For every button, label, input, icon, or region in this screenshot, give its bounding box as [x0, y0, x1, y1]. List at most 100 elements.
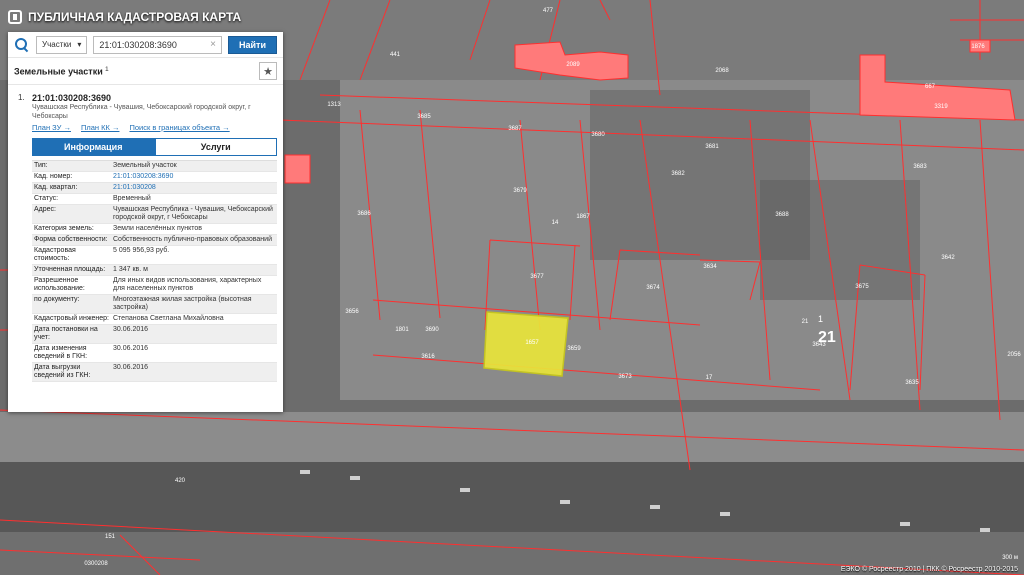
info-value: 30.06.2016 [113, 326, 149, 333]
info-row: по документу: Многоэтажная жилая застройк… [32, 295, 277, 314]
parcel-label[interactable]: 3677 [530, 274, 544, 280]
info-key: Адрес: [34, 206, 56, 213]
info-row: Кад. номер: 21:01:030208:3690 [32, 172, 277, 183]
parcel-label[interactable]: 3686 [357, 211, 371, 217]
info-key: Дата выгрузки сведений из ГКН: [34, 364, 91, 379]
results-count: 1 [105, 65, 109, 73]
info-key: Дата изменения сведений в ГКН: [34, 345, 88, 360]
info-value: Для иных видов использования, характерны… [113, 277, 262, 292]
tab-info[interactable]: Информация [32, 138, 155, 156]
action-links: План ЗУ → План КК → Поиск в границах объ… [32, 123, 277, 132]
info-key: Категория земель: [34, 225, 94, 232]
parcel-label[interactable]: 1867 [576, 214, 590, 220]
info-value: 5 095 956,93 руб. [113, 247, 170, 254]
search-input[interactable]: 21:01:030208:3690 × [93, 35, 223, 54]
parcel-label[interactable]: 3656 [345, 309, 359, 315]
parcel-label[interactable]: 3642 [941, 255, 955, 261]
parcel-label[interactable]: 667 [925, 84, 936, 90]
info-value: Степанова Светлана Михайловна [113, 315, 224, 322]
info-value: 30.06.2016 [113, 345, 149, 352]
info-value[interactable]: 21:01:030208:3690 [111, 172, 277, 182]
parcel-label[interactable]: 1876 [971, 44, 985, 50]
info-row: Статус: Временный [32, 194, 277, 205]
search-in-bounds-link[interactable]: Поиск в границах объекта → [129, 123, 229, 132]
scale-bar: 300 м [1002, 555, 1018, 561]
parcel-label[interactable]: 3616 [421, 354, 435, 360]
info-value: 30.06.2016 [113, 364, 149, 371]
info-value: 1 347 кв. м [113, 266, 148, 273]
info-value: Чувашская Республика - Чувашия, Чебоксар… [113, 206, 273, 221]
parcel-label[interactable]: 14 [552, 220, 559, 226]
parcel-label[interactable]: 3659 [567, 346, 581, 352]
info-key: Кадастровый инженер: [34, 315, 109, 322]
rosreestr-logo-icon [8, 10, 22, 24]
info-row: Кадастровая стоимость: 5 095 956,93 руб. [32, 246, 277, 265]
info-row: Адрес: Чувашская Республика - Чувашия, Че… [32, 205, 277, 224]
plan-zu-link[interactable]: План ЗУ → [32, 123, 71, 132]
app-title: ПУБЛИЧНАЯ КАДАСТРОВАЯ КАРТА [28, 10, 242, 24]
favorite-button[interactable]: ★ [259, 62, 277, 80]
parcel-label[interactable]: 3685 [417, 114, 431, 120]
parcel-label[interactable]: 0300208 [84, 561, 108, 567]
info-value: Земельный участок [113, 162, 177, 169]
clear-icon[interactable]: × [210, 39, 216, 50]
search-mode-select[interactable]: Участки ▾ [36, 35, 88, 54]
parcel-label[interactable]: 3319 [934, 104, 948, 110]
tab-services[interactable]: Услуги [154, 138, 277, 156]
find-button[interactable]: Найти [228, 35, 277, 54]
parcel-label[interactable]: 21 [802, 319, 809, 325]
info-value: Собственность публично-правовых образова… [113, 236, 272, 243]
info-key: Статус: [34, 195, 59, 202]
info-row: Кадастровый инженер: Степанова Светлана М… [32, 314, 277, 325]
parcel-label[interactable]: 477 [543, 8, 554, 14]
parcel-label[interactable]: 2056 [1007, 352, 1021, 358]
search-icon[interactable] [14, 37, 30, 53]
parcel-number-title[interactable]: 21:01:030208:3690 [32, 93, 277, 103]
info-key: Разрешенное использование: [34, 277, 85, 292]
parcel-label[interactable]: 3680 [591, 132, 605, 138]
info-value: Многоэтажная жилая застройка (высотная з… [113, 296, 252, 311]
parcel-label[interactable]: 3673 [618, 374, 632, 380]
parcel-label[interactable]: 3634 [703, 264, 717, 270]
parcel-label[interactable]: 2089 [566, 62, 580, 68]
parcel-label[interactable]: 3635 [905, 380, 919, 386]
chevron-down-icon: ▾ [77, 40, 82, 49]
parcel-label[interactable]: 3687 [508, 126, 522, 132]
info-row: Кад. квартал: 21:01:030208 [32, 183, 277, 194]
parcel-label[interactable]: 1313 [327, 102, 341, 108]
info-row: Дата постановки на учет: 30.06.2016 [32, 325, 277, 344]
parcel-label[interactable]: 3681 [705, 144, 719, 150]
info-key: по документу: [34, 296, 80, 303]
header: ПУБЛИЧНАЯ КАДАСТРОВАЯ КАРТА [8, 8, 241, 26]
parcel-label[interactable]: 1801 [395, 327, 409, 333]
district-number-label: 21 [818, 329, 836, 346]
parcel-label[interactable]: 3683 [913, 164, 927, 170]
parcel-label[interactable]: 3679 [513, 188, 527, 194]
info-key: Кад. квартал: [34, 184, 78, 191]
info-row: Дата выгрузки сведений из ГКН: 30.06.2016 [32, 363, 277, 382]
star-icon: ★ [263, 65, 273, 78]
info-value[interactable]: 21:01:030208 [111, 183, 277, 193]
parcel-label[interactable]: 1657 [525, 340, 539, 346]
parcel-label[interactable]: 17 [706, 375, 713, 381]
info-value: Земли населённых пунктов [113, 225, 203, 232]
parcel-label[interactable]: 3675 [855, 284, 869, 290]
search-input-value: 21:01:030208:3690 [99, 39, 177, 50]
info-row: Тип: Земельный участок [32, 161, 277, 172]
parcel-label[interactable]: 3688 [775, 212, 789, 218]
parcel-label[interactable]: 3682 [671, 171, 685, 177]
parcel-label[interactable]: 3674 [646, 285, 660, 291]
info-key: Кад. номер: [34, 173, 73, 180]
parcel-label[interactable]: 3690 [425, 327, 439, 333]
info-row: Разрешенное использование: Для иных видов… [32, 276, 277, 295]
parcel-label[interactable]: 420 [175, 478, 186, 484]
parcel-label[interactable]: 2068 [715, 68, 729, 74]
info-table: Тип: Земельный участок Кад. номер: 21:01:0… [32, 160, 277, 382]
info-key: Уточненная площадь: [34, 266, 106, 273]
info-panel: Участки ▾ 21:01:030208:3690 × Найти Земе… [8, 32, 283, 412]
info-key: Форма собственности: [34, 236, 108, 243]
plan-kk-link[interactable]: План КК → [81, 123, 120, 132]
parcel-label[interactable]: 151 [105, 534, 116, 540]
parcel-label[interactable]: 441 [390, 52, 401, 58]
result-index: 1. [18, 93, 25, 102]
